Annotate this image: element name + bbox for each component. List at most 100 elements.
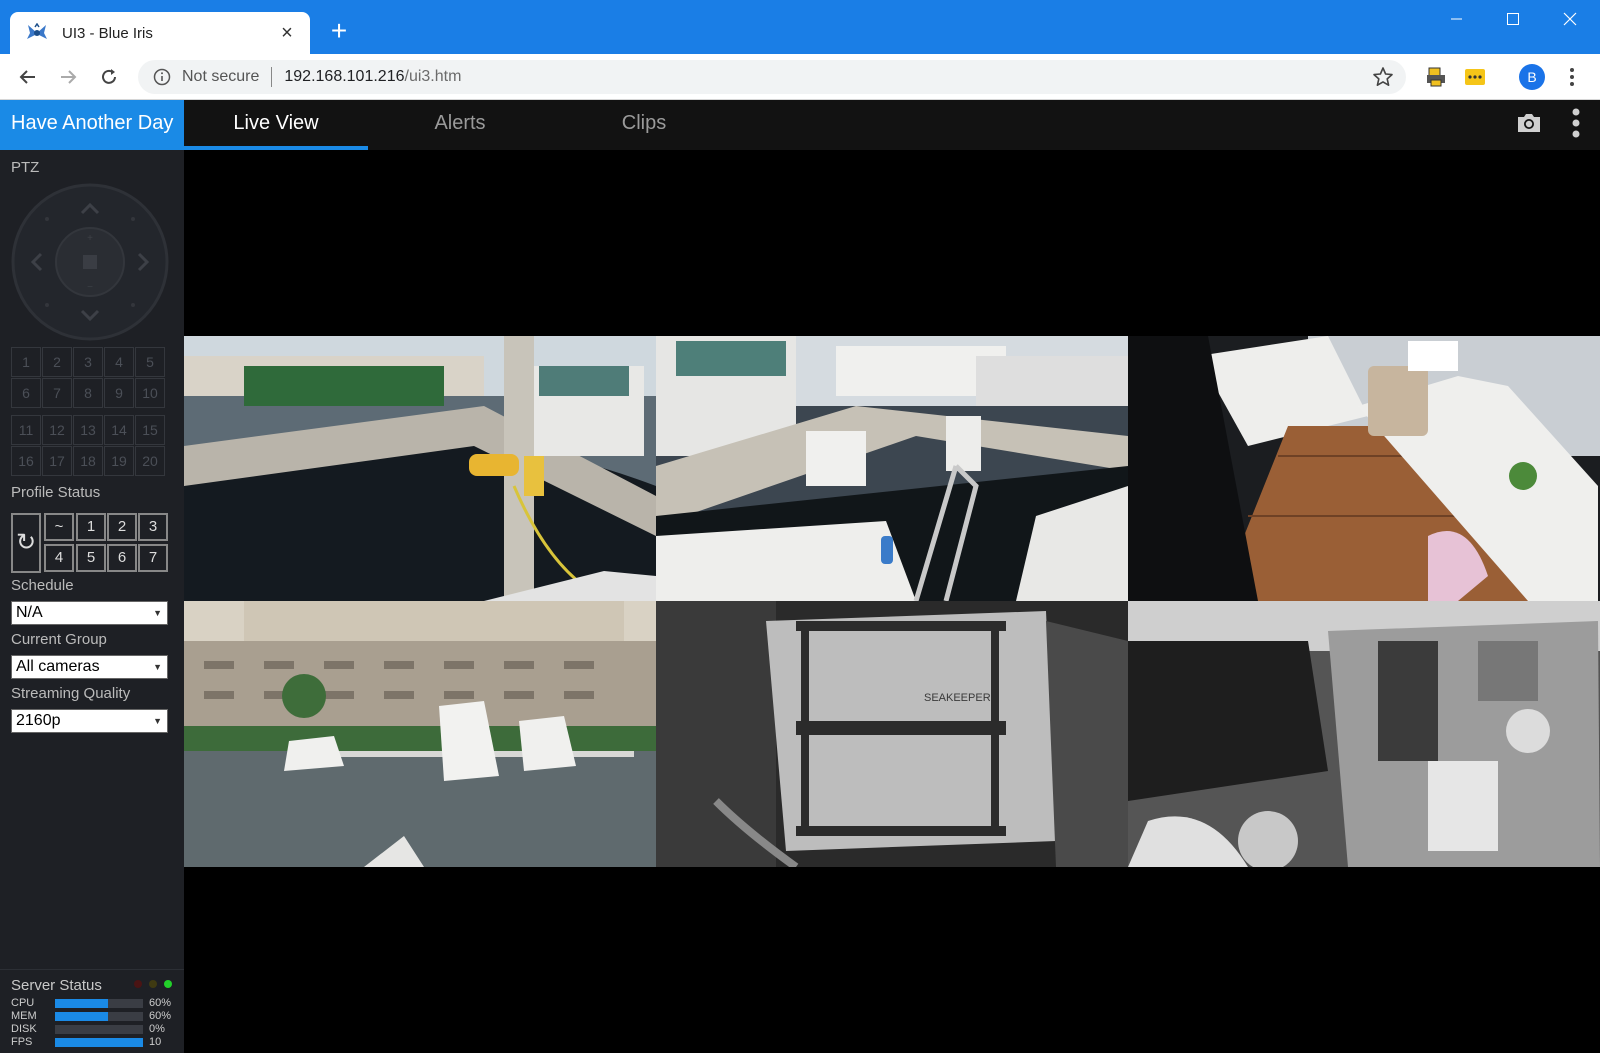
schedule-select[interactable]: N/A ▼ [11, 601, 168, 625]
profile-status-label: Profile Status [11, 484, 101, 501]
close-window-icon[interactable] [1550, 8, 1590, 38]
tab-live-view[interactable]: Live View [184, 100, 368, 150]
ptz-preset-button[interactable]: 7 [42, 378, 72, 408]
dropdown-caret-icon: ▼ [153, 608, 162, 618]
current-group-value: All cameras [16, 658, 100, 675]
profile-button[interactable]: 1 [76, 513, 106, 541]
ptz-preset-button[interactable]: 11 [11, 415, 41, 445]
status-value: 60% [149, 1010, 172, 1022]
camera-tile-3[interactable] [1128, 336, 1600, 601]
address-bar[interactable]: Not secure 192.168.101.216 /ui3.htm [138, 60, 1406, 94]
main-menu-icon[interactable] [1566, 108, 1586, 149]
reload-icon[interactable] [95, 63, 123, 91]
browser-tab[interactable]: UI3 - Blue Iris × [10, 12, 310, 54]
back-arrow-icon[interactable] [14, 63, 42, 91]
security-label: Not secure [182, 68, 260, 85]
tab-clips[interactable]: Clips [552, 100, 736, 150]
ptz-preset-button[interactable]: 17 [42, 446, 72, 476]
address-path: /ui3.htm [404, 68, 462, 85]
ptz-preset-button[interactable]: 4 [104, 347, 134, 377]
svg-text:−: − [87, 282, 93, 293]
profile-button[interactable]: 4 [44, 544, 74, 572]
minimize-icon[interactable] [1436, 8, 1476, 38]
streaming-quality-label: Streaming Quality [11, 685, 131, 702]
ptz-preset-button[interactable]: 6 [11, 378, 41, 408]
server-status-label: Server Status [11, 977, 102, 994]
streaming-quality-value: 2160p [16, 712, 61, 729]
schedule-label: Schedule [11, 577, 74, 594]
new-tab-icon[interactable]: + [325, 17, 353, 46]
ptz-preset-button[interactable]: 19 [104, 446, 134, 476]
profile-avatar[interactable]: B [1519, 64, 1545, 90]
profile-button[interactable]: 6 [107, 544, 137, 572]
camera-tile-1[interactable] [184, 336, 656, 601]
tab-alerts[interactable]: Alerts [368, 100, 552, 150]
fps-status: FPS 10 [11, 1036, 176, 1049]
current-group-label: Current Group [11, 631, 107, 648]
profile-button[interactable]: 3 [138, 513, 168, 541]
status-bar [55, 1025, 143, 1034]
extension-dots-icon[interactable] [1463, 65, 1487, 89]
ptz-label: PTZ [11, 159, 40, 176]
maximize-icon[interactable] [1493, 8, 1533, 38]
ptz-preset-button[interactable]: 2 [42, 347, 72, 377]
status-name: MEM [11, 1010, 37, 1022]
profile-status: ↻ ~ 1 2 3 4 5 6 7 [11, 513, 169, 573]
profile-button[interactable]: 5 [76, 544, 106, 572]
status-name: DISK [11, 1023, 37, 1035]
ptz-dpad[interactable]: + − [11, 183, 169, 341]
ptz-preset-button[interactable]: 20 [135, 446, 165, 476]
status-bar [55, 999, 143, 1008]
browser-menu-icon[interactable] [1562, 64, 1582, 90]
ptz-preset-button[interactable]: 3 [73, 347, 103, 377]
camera-snapshot-icon[interactable] [1514, 108, 1544, 143]
camera-tile-6[interactable] [1128, 601, 1600, 867]
tab-title: UI3 - Blue Iris [62, 24, 153, 42]
status-name: FPS [11, 1036, 33, 1048]
browser-titlebar: UI3 - Blue Iris × + [0, 0, 1600, 54]
extension-printer-icon[interactable] [1424, 65, 1448, 89]
ptz-preset-button[interactable]: 1 [11, 347, 41, 377]
browser-toolbar: Not secure 192.168.101.216 /ui3.htm B [0, 54, 1600, 100]
status-name: CPU [11, 997, 35, 1009]
ptz-preset-button[interactable]: 10 [135, 378, 165, 408]
ptz-preset-button[interactable]: 9 [104, 378, 134, 408]
server-name[interactable]: Have Another Day [0, 100, 184, 150]
status-led-yellow [149, 980, 157, 988]
profile-button[interactable]: 7 [138, 544, 168, 572]
streaming-quality-select[interactable]: 2160p ▼ [11, 709, 168, 733]
app-topbar: Have Another Day Live View Alerts Clips [0, 100, 1600, 150]
camera-tile-4[interactable] [184, 601, 656, 867]
ptz-preset-button[interactable]: 15 [135, 415, 165, 445]
schedule-value: N/A [16, 604, 43, 621]
bookmark-star-icon[interactable] [1372, 66, 1394, 88]
dropdown-caret-icon: ▼ [153, 716, 162, 726]
close-tab-icon[interactable]: × [276, 23, 298, 43]
ptz-preset-button[interactable]: 14 [104, 415, 134, 445]
profile-cycle-icon[interactable]: ↻ [11, 513, 41, 573]
status-bar [55, 1012, 143, 1021]
ptz-preset-button[interactable]: 5 [135, 347, 165, 377]
status-led-green [164, 980, 172, 988]
dropdown-caret-icon: ▼ [153, 662, 162, 672]
status-bar-fill [55, 999, 108, 1008]
cpu-status: CPU 60% [11, 997, 176, 1010]
mem-status: MEM 60% [11, 1010, 176, 1023]
ptz-preset-button[interactable]: 8 [73, 378, 103, 408]
current-group-select[interactable]: All cameras ▼ [11, 655, 168, 679]
ptz-preset-button[interactable]: 12 [42, 415, 72, 445]
address-separator [271, 67, 273, 87]
camera-grid: SEAKEEPER [184, 336, 1600, 867]
ptz-preset-button[interactable]: 13 [73, 415, 103, 445]
profile-button[interactable]: ~ [44, 513, 74, 541]
camera-tile-2[interactable] [656, 336, 1128, 601]
forward-arrow-icon[interactable] [54, 63, 82, 91]
ptz-presets-11-20: 11 12 13 14 15 16 17 18 19 20 [11, 415, 165, 476]
status-divider [0, 969, 184, 970]
ptz-preset-button[interactable]: 16 [11, 446, 41, 476]
ptz-preset-button[interactable]: 18 [73, 446, 103, 476]
info-icon[interactable] [152, 67, 172, 87]
status-led-red [134, 980, 142, 988]
camera-tile-5[interactable]: SEAKEEPER [656, 601, 1128, 867]
profile-button[interactable]: 2 [107, 513, 137, 541]
